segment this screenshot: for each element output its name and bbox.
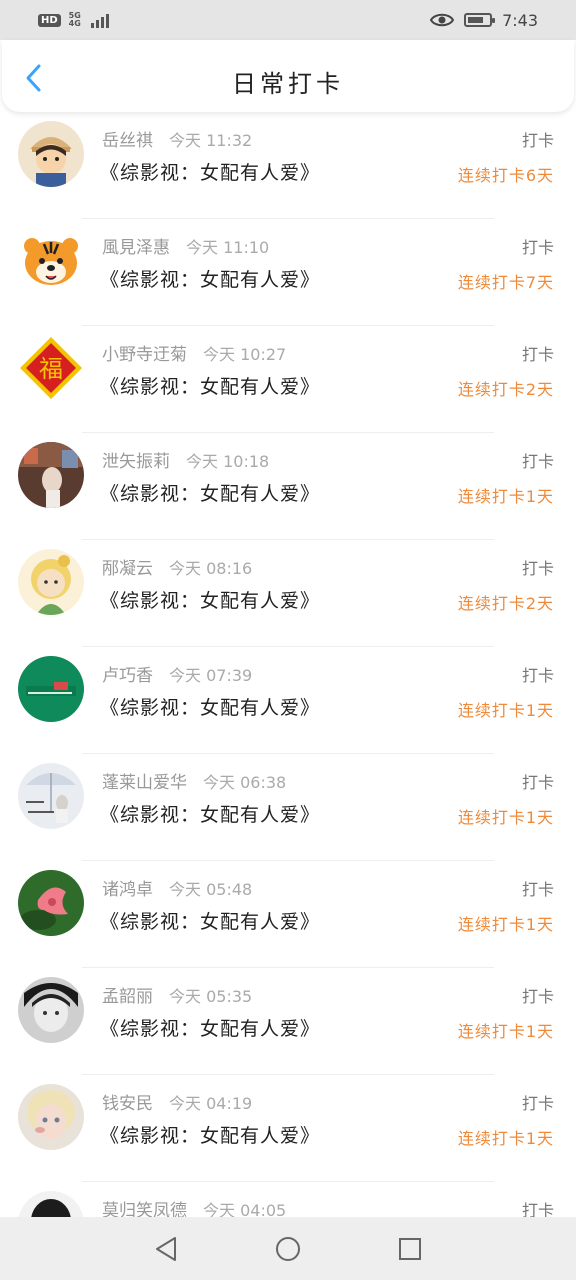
checkin-time: 今天 04:05 [203, 1201, 287, 1217]
signal-icon [90, 12, 109, 28]
streak-label: 连续打卡1天 [457, 915, 554, 934]
network-sub-label: 4G [68, 19, 81, 28]
streak-label: 连续打卡2天 [457, 594, 554, 613]
cartoon-boy-avatar[interactable] [18, 121, 84, 187]
user-name[interactable]: 诸鸿卓 今天 05:48 [102, 875, 252, 900]
book-title[interactable]: 《综影视：女配有人爱》 [100, 372, 320, 399]
system-nav-bar [0, 1217, 576, 1280]
list-item[interactable]: 诸鸿卓 今天 05:48 《综影视：女配有人爱》 打卡 连续打卡1天 [0, 861, 576, 968]
checkin-time: 今天 06:38 [203, 773, 287, 792]
user-name[interactable]: 卢巧香 今天 07:39 [102, 661, 252, 686]
streak-label: 连续打卡1天 [457, 701, 554, 720]
checkin-time: 今天 11:10 [186, 238, 270, 257]
checkin-time: 今天 05:48 [169, 880, 253, 899]
streak-label: 连续打卡7天 [457, 273, 554, 292]
checkin-label: 打卡 [521, 666, 554, 685]
book-title[interactable]: 《综影视：女配有人爱》 [100, 265, 320, 292]
streak-label: 连续打卡2天 [457, 380, 554, 399]
battery-fill [468, 17, 484, 23]
flower-avatar[interactable] [18, 870, 84, 936]
checkin-label: 打卡 [521, 987, 554, 1006]
green-logo-avatar[interactable] [18, 656, 84, 722]
blonde-child-avatar[interactable] [18, 1084, 84, 1150]
checkin-time: 今天 10:27 [203, 345, 287, 364]
user-name[interactable]: 岳丝祺 今天 11:32 [102, 126, 252, 151]
page-title: 日常打卡 [232, 70, 344, 98]
circle-home-icon [276, 1236, 300, 1261]
list-item[interactable]: 風見泽惠 今天 11:10 《综影视：女配有人爱》 打卡 连续打卡7天 [0, 219, 576, 326]
book-title[interactable]: 《综影视：女配有人爱》 [100, 1014, 320, 1041]
fu-avatar[interactable]: 福 [18, 335, 84, 401]
checkin-label: 打卡 [521, 238, 554, 257]
list-item[interactable]: 邴凝云 今天 08:16 《综影视：女配有人爱》 打卡 连续打卡2天 [0, 540, 576, 647]
list-item[interactable]: 钱安民 今天 04:19 《综影视：女配有人爱》 打卡 连续打卡1天 [0, 1075, 576, 1182]
user-name[interactable]: 泄矢振莉 今天 10:18 [102, 447, 269, 472]
streak-label: 连续打卡6天 [457, 166, 554, 185]
status-right: 7:43 [430, 11, 538, 30]
page-header: 日常打卡 [2, 40, 574, 112]
list-item[interactable]: 岳丝祺 今天 11:32 《综影视：女配有人爱》 打卡 连续打卡6天 [0, 112, 576, 219]
streak-label: 连续打卡1天 [457, 487, 554, 506]
book-title[interactable]: 《综影视：女配有人爱》 [100, 1121, 320, 1148]
checkin-label: 打卡 [521, 345, 554, 364]
list-item[interactable]: 孟韶丽 今天 05:35 《综影视：女配有人爱》 打卡 连续打卡1天 [0, 968, 576, 1075]
checkin-time: 今天 07:39 [169, 666, 253, 685]
list-item[interactable]: 卢巧香 今天 07:39 《综影视：女配有人爱》 打卡 连续打卡1天 [0, 647, 576, 754]
book-title[interactable]: 《综影视：女配有人爱》 [100, 693, 320, 720]
checkin-time: 今天 08:16 [169, 559, 253, 578]
user-name[interactable]: 小野寺迂菊 今天 10:27 [102, 340, 286, 365]
nav-back-button[interactable] [146, 1229, 186, 1269]
book-title[interactable]: 《综影视：女配有人爱》 [100, 158, 320, 185]
checkin-time: 今天 05:35 [169, 987, 253, 1006]
nav-recents-button[interactable] [390, 1229, 430, 1269]
bw-portrait-avatar[interactable] [18, 977, 84, 1043]
checkin-list[interactable]: 岳丝祺 今天 11:32 《综影视：女配有人爱》 打卡 连续打卡6天 風見泽惠 今天… [0, 112, 576, 1217]
checkin-time: 今天 10:18 [186, 452, 270, 471]
status-time: 7:43 [502, 10, 538, 30]
user-name[interactable]: 風見泽惠 今天 11:10 [102, 233, 269, 258]
cartoon-girl-avatar[interactable] [18, 549, 84, 615]
book-title[interactable]: 《综影视：女配有人爱》 [100, 586, 320, 613]
battery-icon [464, 13, 496, 27]
checkin-time: 今天 04:19 [169, 1094, 253, 1113]
checkin-label: 打卡 [521, 1201, 554, 1217]
user-name[interactable]: 孟韶丽 今天 05:35 [102, 982, 252, 1007]
eye-icon [430, 13, 455, 27]
svg-text:福: 福 [39, 355, 63, 383]
hd-badge: HD [38, 13, 61, 27]
status-bar: HD 5G 4G 7:43 [0, 0, 576, 40]
user-name[interactable]: 邴凝云 今天 08:16 [102, 554, 252, 579]
triangle-back-icon [156, 1236, 176, 1261]
checkin-label: 打卡 [521, 1094, 554, 1113]
checkin-label: 打卡 [521, 131, 554, 150]
user-name[interactable]: 莫归笑凤德 今天 04:05 [102, 1196, 286, 1217]
status-left: HD 5G 4G [38, 12, 109, 28]
checkin-time: 今天 11:32 [169, 131, 253, 150]
book-title[interactable]: 《综影视：女配有人爱》 [100, 800, 320, 827]
umbrella-avatar[interactable] [18, 763, 84, 829]
network-label-group: 5G 4G [69, 12, 83, 28]
photo-avatar[interactable] [18, 442, 84, 508]
square-recents-icon [399, 1237, 421, 1260]
checkin-label: 打卡 [521, 880, 554, 899]
streak-label: 连续打卡1天 [457, 808, 554, 827]
list-item[interactable]: 蓬莱山爱华 今天 06:38 《综影视：女配有人爱》 打卡 连续打卡1天 [0, 754, 576, 861]
list-item[interactable]: 莫归笑凤德 今天 04:05 打卡 [0, 1182, 576, 1217]
user-name[interactable]: 蓬莱山爱华 今天 06:38 [102, 768, 286, 793]
streak-label: 连续打卡1天 [457, 1022, 554, 1041]
dark-hair-avatar[interactable] [18, 1191, 84, 1217]
checkin-label: 打卡 [521, 773, 554, 792]
nav-home-button[interactable] [268, 1229, 308, 1269]
list-item[interactable]: 福 小野寺迂菊 今天 10:27 《综影视：女配有人爱》 打卡 连续打卡2天 [0, 326, 576, 433]
book-title[interactable]: 《综影视：女配有人爱》 [100, 479, 320, 506]
streak-label: 连续打卡1天 [457, 1129, 554, 1148]
checkin-label: 打卡 [521, 559, 554, 578]
book-title[interactable]: 《综影视：女配有人爱》 [100, 907, 320, 934]
checkin-label: 打卡 [521, 452, 554, 471]
tiger-avatar[interactable] [18, 228, 84, 294]
user-name[interactable]: 钱安民 今天 04:19 [102, 1089, 252, 1114]
list-item[interactable]: 泄矢振莉 今天 10:18 《综影视：女配有人爱》 打卡 连续打卡1天 [0, 433, 576, 540]
